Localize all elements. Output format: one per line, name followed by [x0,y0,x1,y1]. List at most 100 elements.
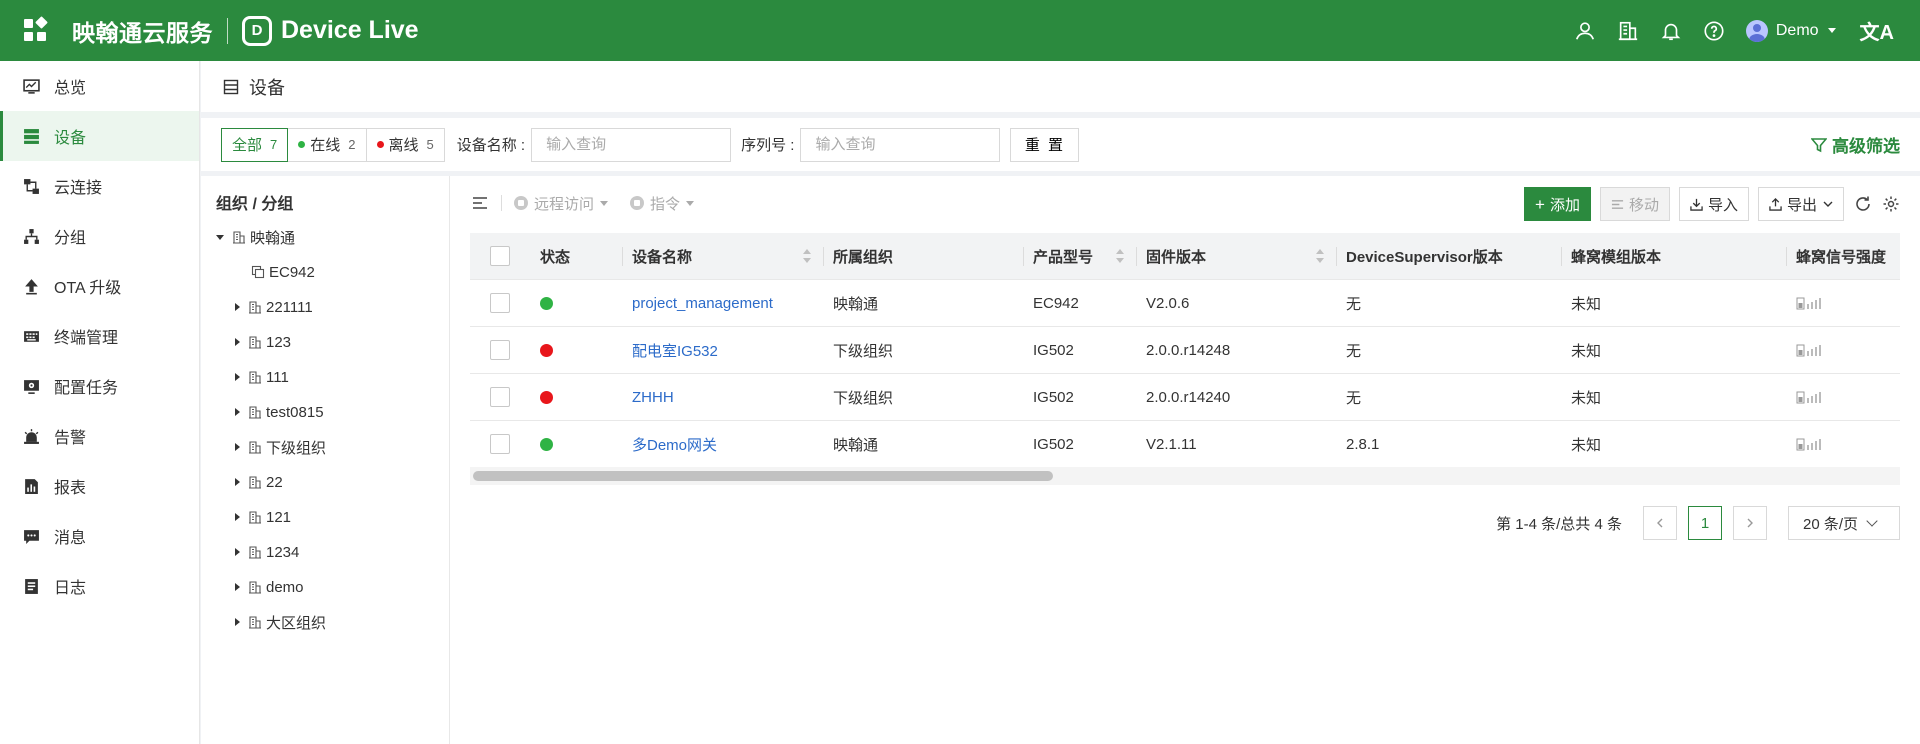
row-checkbox[interactable] [490,387,510,407]
caret-right-icon[interactable] [235,303,240,311]
column-header-firmware[interactable]: 固件版本 [1136,233,1336,279]
user-menu[interactable]: Demo [1745,19,1836,42]
tree-node[interactable]: 下级组织 [235,435,326,459]
device-name-input[interactable] [531,127,732,162]
page-size-select[interactable]: 20 条/页 [1788,506,1900,540]
table-row[interactable]: 多Demo网关 映翰通 IG502 V2.1.11 2.8.1 未知 [470,421,1900,468]
sidebar-item-overview[interactable]: 总览 [0,61,199,111]
tree-node[interactable]: test0815 [235,400,324,424]
tab-label: 全部 [232,137,263,154]
device-name-cell: 多Demo网关 [622,421,823,467]
device-name-link[interactable]: project_management [632,295,773,312]
settings-gear-icon[interactable] [1882,195,1900,213]
scrollbar-thumb[interactable] [473,471,1053,481]
sort-icon[interactable] [1116,249,1124,263]
sidebar-item-message[interactable]: 消息 [0,511,199,561]
select-all-checkbox[interactable] [490,246,510,266]
next-page-button[interactable] [1733,506,1767,540]
caret-right-icon[interactable] [235,338,240,346]
tree-node[interactable]: 121 [235,505,291,529]
firmware-cell: V2.1.11 [1146,435,1197,453]
table-row[interactable]: ZHHH 下级组织 IG502 2.0.0.r14240 无 未知 [470,374,1900,421]
tree-node[interactable]: 123 [235,330,291,354]
advanced-filter-button[interactable]: 高级筛选 [1811,132,1900,157]
tree-node[interactable]: 22 [235,470,283,494]
caret-right-icon[interactable] [235,583,240,591]
row-checkbox[interactable] [490,434,510,454]
sort-icon[interactable] [803,249,811,263]
tree-node-device[interactable]: EC942 [251,260,315,284]
caret-right-icon[interactable] [235,373,240,381]
refresh-icon[interactable] [1854,195,1872,213]
chevron-down-icon [686,200,695,206]
serial-number-input[interactable] [800,127,1001,162]
command-dropdown[interactable]: 指令 [630,193,695,214]
sidebar-item-group[interactable]: 分组 [0,211,199,261]
caret-right-icon[interactable] [235,618,240,626]
user-icon[interactable] [1573,19,1597,43]
column-header-name[interactable]: 设备名称 [622,233,823,279]
reset-button[interactable]: 重 置 [1010,127,1080,162]
device-name-link[interactable]: ZHHH [632,389,674,406]
remote-access-dropdown[interactable]: 远程访问 [514,193,609,214]
sidebar-item-config-task[interactable]: 配置任务 [0,361,199,411]
page-button[interactable]: 1 [1688,506,1722,540]
status-cell [530,280,622,326]
table-row[interactable]: 配电室IG532 下级组织 IG502 2.0.0.r14248 无 未知 [470,327,1900,374]
device-name-link[interactable]: 配电室IG532 [632,340,718,361]
column-header-model[interactable]: 产品型号 [1023,233,1136,279]
device-name-link[interactable]: 多Demo网关 [632,434,717,455]
apps-grid-icon[interactable] [22,15,50,45]
status-tab-all[interactable]: 全部 7 [221,127,289,162]
caret-right-icon[interactable] [235,548,240,556]
caret-right-icon[interactable] [235,408,240,416]
online-status-icon [540,296,553,310]
row-checkbox[interactable] [490,293,510,313]
chevron-down-icon [1827,28,1836,33]
sort-icon[interactable] [1316,249,1324,263]
prev-page-button[interactable] [1643,506,1677,540]
tree-node[interactable]: 221111 [235,295,313,319]
add-button[interactable]: + 添加 [1524,187,1591,221]
caret-down-icon[interactable] [216,234,224,240]
cell-version-cell: 未知 [1571,436,1602,454]
sidebar-item-report[interactable]: 报表 [0,461,199,511]
sidebar-item-cloud-connect[interactable]: 云连接 [0,161,199,211]
row-checkbox[interactable] [490,340,510,360]
log-icon [22,577,40,595]
tree-node[interactable]: 111 [235,365,289,389]
sidebar-item-label: 云连接 [54,180,103,197]
sidebar-item-terminal[interactable]: 终端管理 [0,311,199,361]
device-copy-icon [251,265,265,279]
table-row[interactable]: project_management 映翰通 EC942 V2.0.6 无 未知 [470,280,1900,327]
status-tab-online[interactable]: 在线 2 [288,127,367,162]
sidebar-item-log[interactable]: 日志 [0,561,199,611]
status-tab-offline[interactable]: 离线 5 [366,127,445,162]
move-button[interactable]: 移动 [1599,187,1670,221]
tree-node[interactable]: demo [235,575,304,599]
caret-right-icon[interactable] [235,443,240,451]
building-icon [249,301,261,314]
sidebar-item-devices[interactable]: 设备 [0,111,199,161]
tree-node-root[interactable]: 映翰通 [216,225,295,249]
caret-right-icon[interactable] [235,513,240,521]
tree-node[interactable]: 大区组织 [235,610,326,634]
sidebar-item-label: 报表 [54,480,87,497]
status-cell [530,421,622,467]
export-dropdown[interactable]: 导出 [1757,187,1844,221]
horizontal-scrollbar[interactable] [470,467,1900,485]
brand-name[interactable]: 映翰通云服务 [72,14,213,48]
help-icon[interactable] [1702,19,1726,43]
tree-node[interactable]: 1234 [235,540,299,564]
building-icon [249,336,261,349]
language-icon[interactable]: 文A [1860,16,1894,45]
download-icon [1690,198,1703,211]
collapse-tree-icon[interactable] [471,194,489,212]
sidebar-item-ota[interactable]: OTA 升级 [0,261,199,311]
sidebar-item-alarm[interactable]: 告警 [0,411,199,461]
table-toolbar-left: 远程访问 指令 [471,187,716,219]
bell-icon[interactable] [1659,19,1683,43]
caret-right-icon[interactable] [235,478,240,486]
building-icon[interactable] [1616,19,1640,43]
import-button[interactable]: 导入 [1678,187,1749,221]
